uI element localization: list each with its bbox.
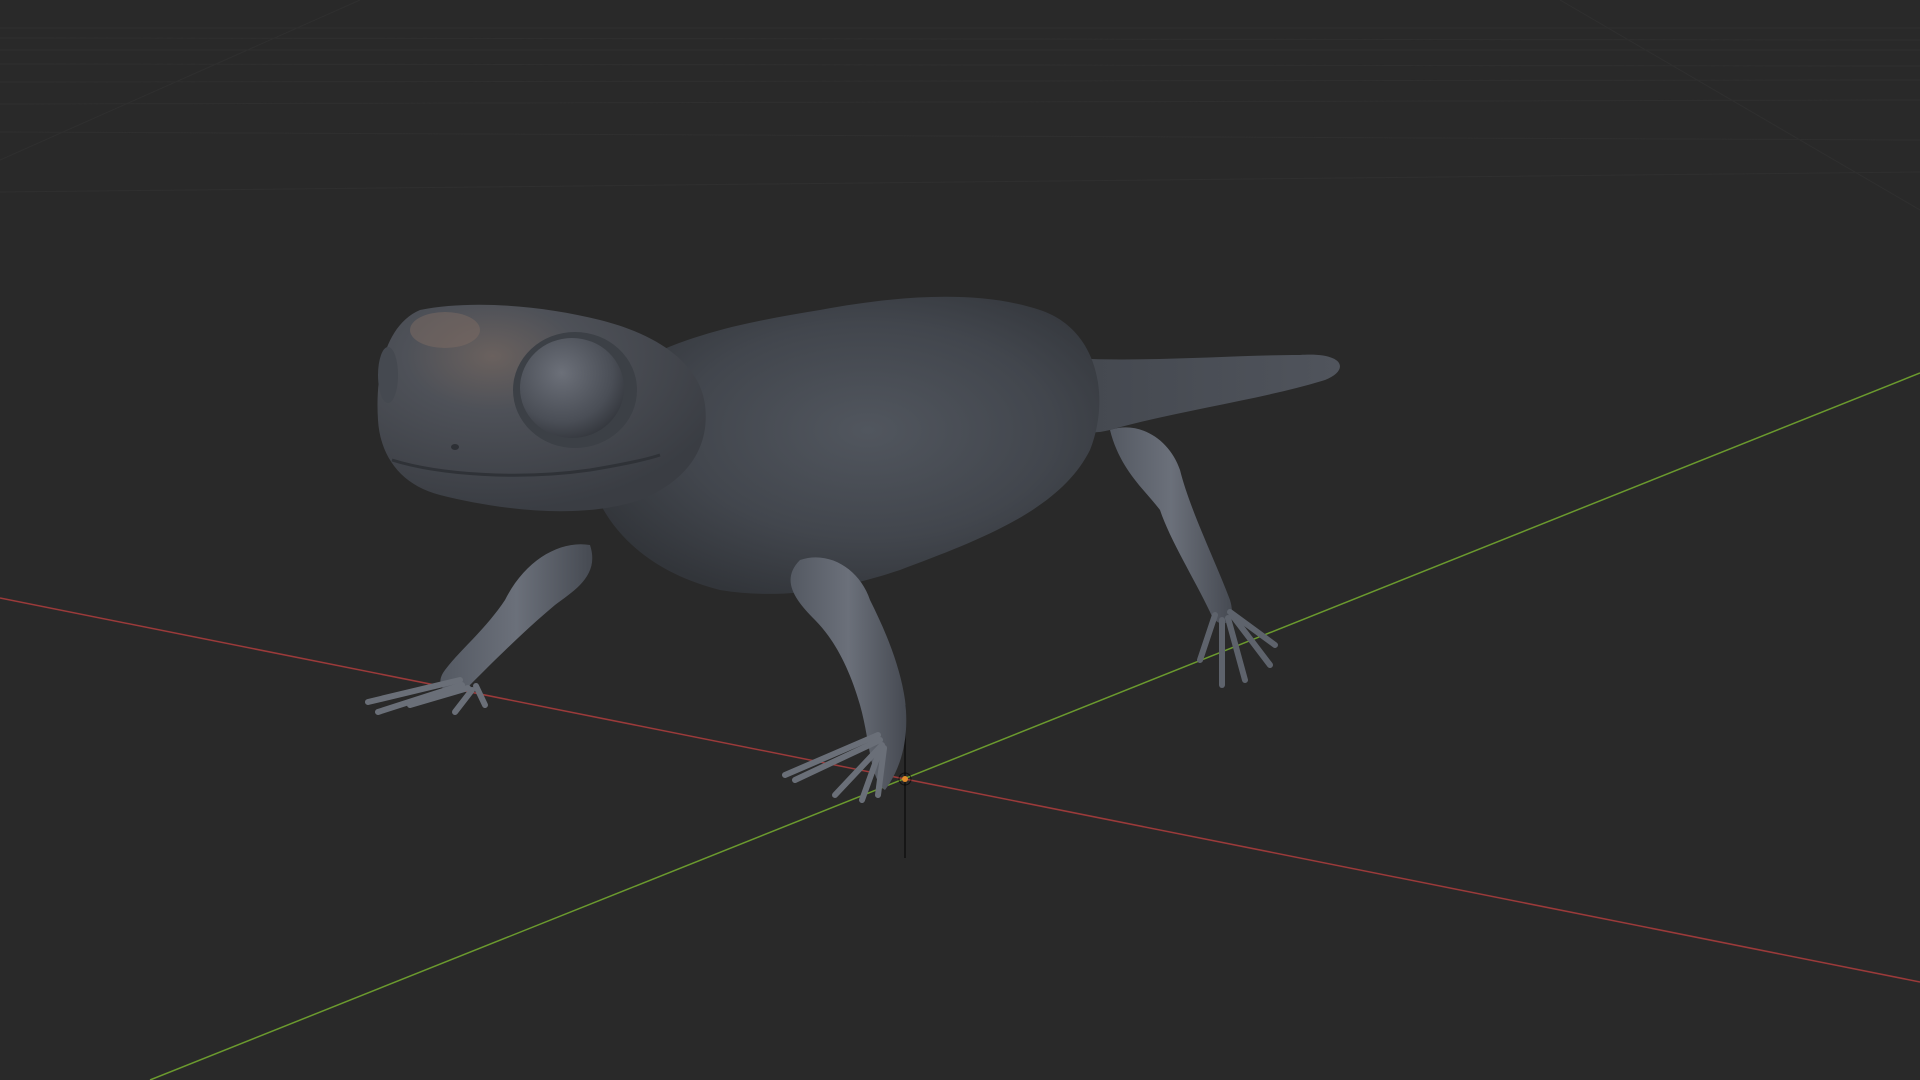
3d-viewport[interactable] xyxy=(0,0,1920,1080)
viewport-grid xyxy=(0,0,1920,211)
salamander-model[interactable] xyxy=(365,296,1340,803)
salamander-far-eye xyxy=(378,347,398,403)
viewport-canvas[interactable] xyxy=(0,0,1920,1080)
salamander-front-left-leg xyxy=(440,544,593,693)
x-axis-line xyxy=(0,597,1920,983)
head-highlight xyxy=(410,312,480,348)
salamander-nostril xyxy=(451,444,459,450)
object-origin-dot[interactable] xyxy=(902,776,908,782)
salamander-rear-foot xyxy=(1197,609,1278,688)
salamander-front-right-foot xyxy=(782,732,887,803)
salamander-rear-leg xyxy=(1110,427,1232,624)
salamander-eye xyxy=(520,338,624,438)
